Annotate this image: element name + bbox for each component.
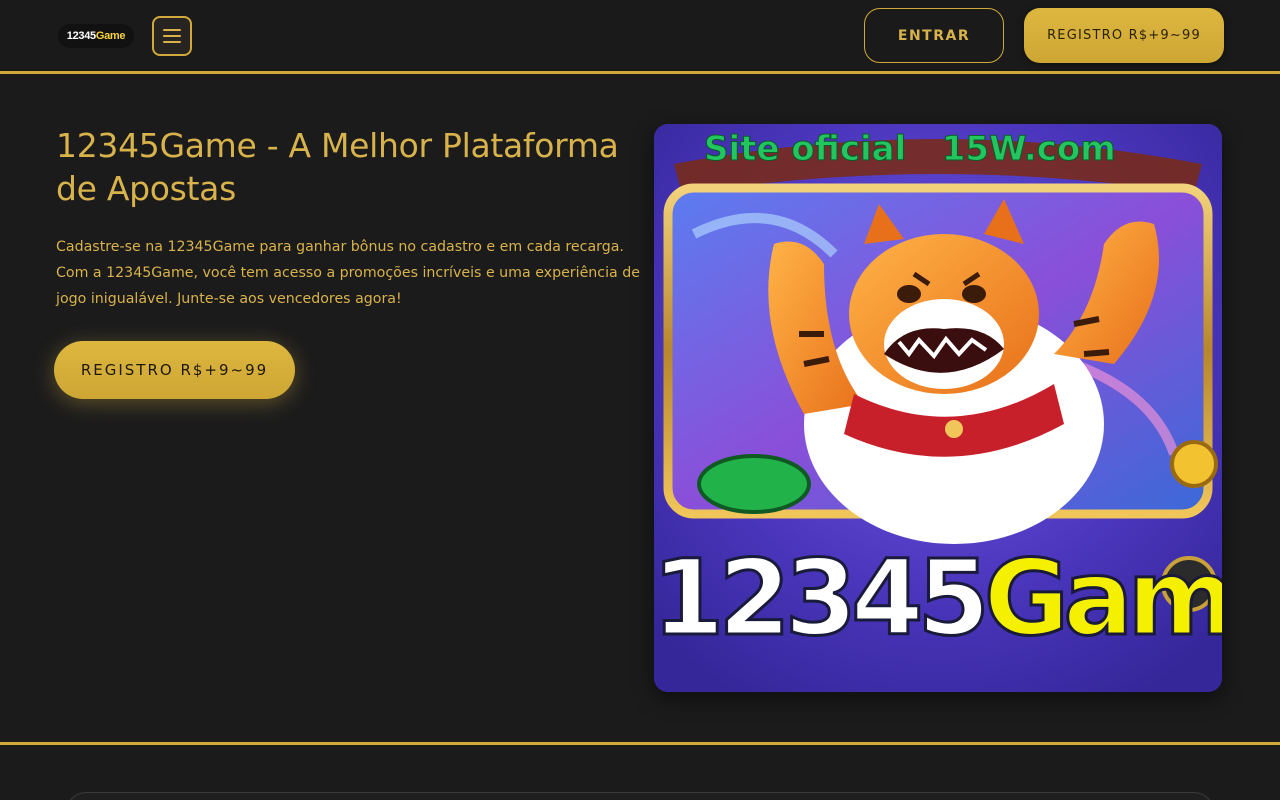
promo-brand-text: 12345Game: [654, 537, 1222, 659]
logo-text-yellow: Game: [95, 30, 126, 42]
register-button-hero[interactable]: REGISTRO R$+9~99: [54, 341, 295, 399]
site-header: 12345 Game ENTRAR REGISTRO R$+9~99: [0, 0, 1280, 74]
hamburger-menu-icon: [163, 29, 181, 31]
site-logo[interactable]: 12345 Game: [58, 24, 134, 48]
logo-text-white: 12345: [66, 30, 96, 42]
promo-brand-white: 12345: [654, 537, 984, 659]
promo-banner-image[interactable]: Site oficial 15W.com 12345Game: [654, 124, 1222, 692]
page-title: 12345Game - A Melhor Plataforma de Apost…: [56, 126, 619, 208]
login-button[interactable]: ENTRAR: [864, 8, 1004, 63]
bottom-content-panel: [66, 792, 1214, 800]
section-divider: [0, 742, 1280, 745]
coin-icon: [1170, 440, 1218, 488]
hero-description: Cadastre-se na 12345Game para ganhar bôn…: [56, 239, 640, 307]
promo-brand-yellow: Game: [984, 537, 1222, 659]
register-button-header[interactable]: REGISTRO R$+9~99: [1024, 8, 1224, 63]
hamburger-menu-button[interactable]: [152, 16, 192, 56]
promo-top-text: Site oficial 15W.com: [704, 129, 1116, 169]
